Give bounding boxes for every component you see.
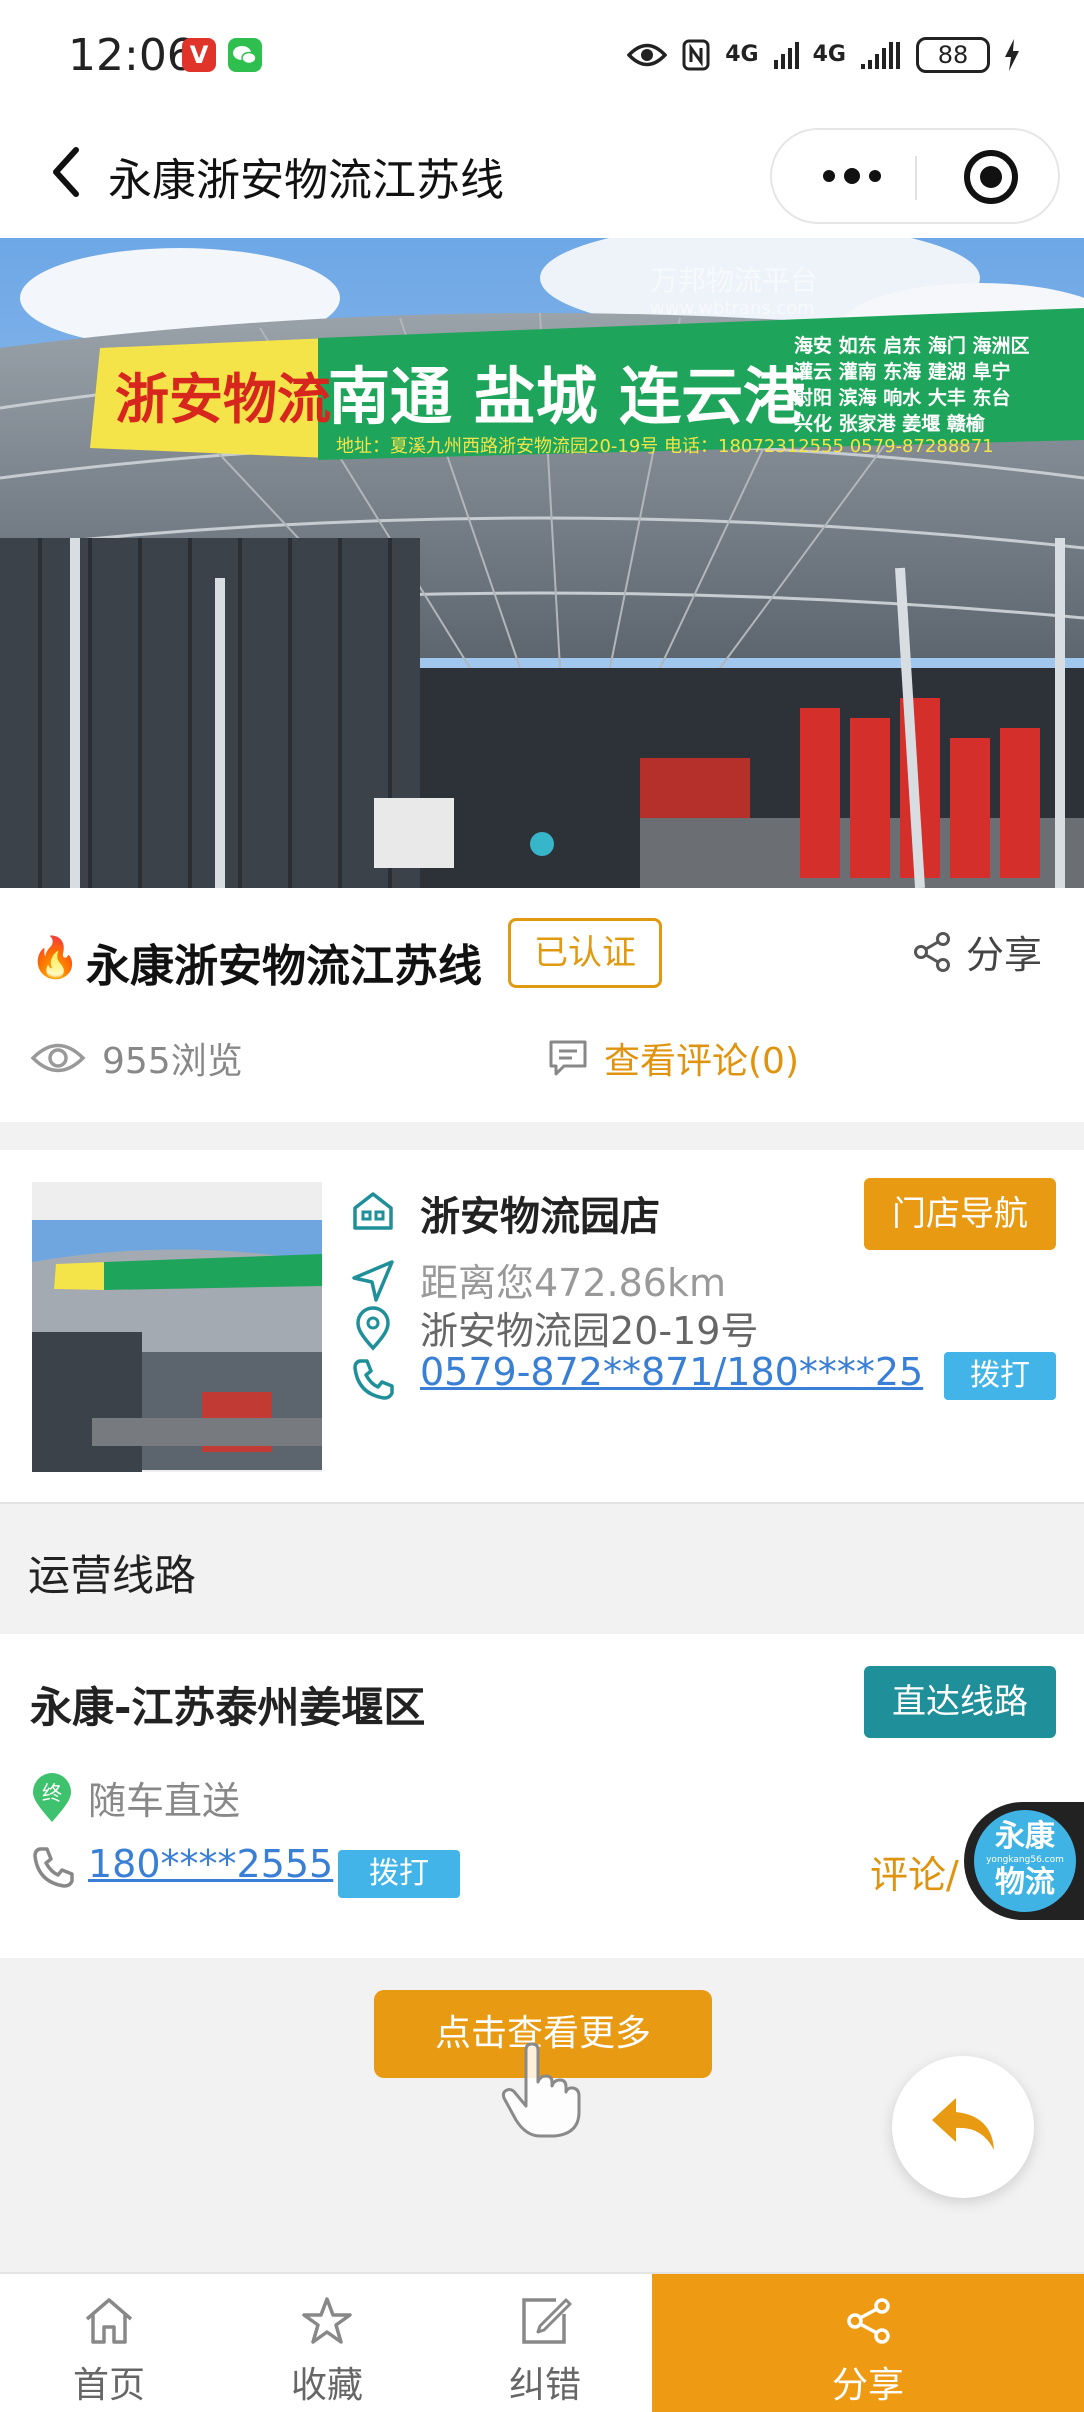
status-bar: 12:06 V 4G 4G 88 xyxy=(0,0,1084,112)
page-title: 永康浙安物流江苏线 xyxy=(108,155,504,206)
signal-bars-icon xyxy=(773,42,799,69)
logo-line-1: 永康 xyxy=(995,1819,1055,1854)
routes-section-header: 运营线路 xyxy=(0,1506,1084,1630)
banner-cities-line-1: 海安 如东 启东 海门 海洲区 xyxy=(794,334,1029,357)
routes-header-label: 运营线路 xyxy=(28,1551,197,1600)
tab-home-label: 首页 xyxy=(72,2365,145,2406)
star-icon xyxy=(302,2297,352,2344)
company-name: 永康浙安物流江苏线 xyxy=(86,941,482,992)
weibo-app-icon: V xyxy=(182,38,216,72)
home-icon xyxy=(85,2298,133,2344)
store-dial-button[interactable]: 拨打 xyxy=(944,1352,1056,1400)
eye-icon xyxy=(627,43,668,67)
tab-favorites-label: 收藏 xyxy=(290,2365,363,2406)
comment-icon xyxy=(549,1040,587,1076)
signal-4g-icon-2: 4G xyxy=(812,42,846,67)
banner-main-text: 南通 盐城 连云港 xyxy=(328,360,806,433)
banner-cities-line-4: 兴化 张家港 姜堰 赣榆 xyxy=(794,412,986,435)
share-icon xyxy=(914,931,950,972)
status-indicators: 4G 4G 88 xyxy=(627,30,1020,80)
back-arrow-icon[interactable] xyxy=(44,140,90,204)
capsule-divider xyxy=(915,156,917,200)
tab-share-label: 分享 xyxy=(831,2365,904,2406)
store-icon xyxy=(353,1192,393,1230)
share-label: 分享 xyxy=(966,933,1043,977)
store-name: 浙安物流园店 xyxy=(420,1194,660,1240)
miniprogram-capsule xyxy=(770,128,1060,224)
bottom-tab-bar: 首页 收藏 纠错 分享 xyxy=(0,2272,1084,2412)
share-link[interactable]: 分享 xyxy=(912,924,1042,979)
company-title-section: 🔥 永康浙安物流江苏线 已认证 分享 955浏览 查看评论(0) xyxy=(0,888,1084,1122)
charging-icon xyxy=(1005,39,1019,71)
store-info-card: 浙安物流园店 门店导航 距离您472.86km 浙安物流园20-19号 0579… xyxy=(0,1150,1084,1504)
route-phone-link[interactable]: 180****2555 xyxy=(88,1842,333,1886)
return-float-button[interactable] xyxy=(892,2056,1034,2198)
signal-4g-icon: 4G xyxy=(725,42,759,67)
view-count-text: 955浏览 xyxy=(102,1041,243,1082)
tab-report-error[interactable]: 纠错 xyxy=(436,2274,654,2412)
view-count: 955浏览 xyxy=(30,1032,243,1084)
phone-icon xyxy=(33,1847,74,1888)
store-navigation-button[interactable]: 门店导航 xyxy=(864,1178,1056,1250)
view-comments-link[interactable]: 查看评论(0) xyxy=(548,1032,799,1084)
return-arrow-icon xyxy=(932,2098,994,2150)
close-miniprogram-icon[interactable] xyxy=(964,150,1018,204)
floating-site-logo[interactable]: 永康 yongkang56.com 物流 xyxy=(964,1802,1084,1920)
route-dial-button[interactable]: 拨打 xyxy=(338,1850,460,1898)
store-phone-link[interactable]: 0579-872**871/180****25 xyxy=(420,1350,923,1394)
signal-bars-icon-2 xyxy=(861,42,900,69)
location-pin-icon xyxy=(356,1306,390,1351)
battery-indicator: 88 xyxy=(916,37,990,73)
carousel-indicator-dot[interactable] xyxy=(530,832,554,856)
wechat-app-icon xyxy=(228,38,262,72)
navigation-arrow-icon xyxy=(352,1260,394,1302)
edit-icon xyxy=(522,2298,572,2344)
tab-home[interactable]: 首页 xyxy=(0,2274,218,2412)
fire-icon: 🔥 xyxy=(30,935,80,981)
watermark-text: 万邦物流平台 xyxy=(650,264,818,297)
destination-marker-icon: 终 xyxy=(33,1773,71,1822)
banner-cities-line-2: 灌云 灌南 东海 建湖 阜宁 xyxy=(794,360,1010,383)
hero-banner-image[interactable]: 浙安物流 南通 盐城 连云港 海安 如东 启东 海门 海洲区 灌云 灌南 东海 … xyxy=(0,238,1084,888)
tab-report-error-label: 纠错 xyxy=(508,2365,581,2406)
store-distance: 距离您472.86km xyxy=(420,1261,726,1305)
destination-marker-text: 终 xyxy=(42,1781,62,1805)
tab-share[interactable]: 分享 xyxy=(652,2274,1084,2412)
phone-icon xyxy=(353,1359,394,1400)
route-delivery-mode: 随车直送 xyxy=(88,1779,241,1823)
route-comment-link[interactable]: 评论/ xyxy=(870,1844,959,1899)
tab-favorites[interactable]: 收藏 xyxy=(218,2274,436,2412)
more-icon[interactable] xyxy=(812,130,892,222)
logo-badge: 永康 yongkang56.com 物流 xyxy=(974,1810,1076,1912)
eye-icon xyxy=(30,1043,86,1073)
banner-left-text: 浙安物流 xyxy=(115,368,331,431)
banner-cities-line-3: 射阳 滨海 响水 大丰 东台 xyxy=(793,386,1010,409)
store-thumbnail[interactable] xyxy=(32,1182,322,1472)
pointer-hand-icon xyxy=(501,2042,581,2138)
store-address: 浙安物流园20-19号 xyxy=(420,1309,759,1353)
nav-bar: 永康浙安物流江苏线 xyxy=(0,112,1084,238)
direct-route-badge: 直达线路 xyxy=(864,1666,1056,1738)
route-name: 永康-江苏泰州姜堰区 xyxy=(30,1683,426,1732)
watermark-url: www.wbtrans.com xyxy=(650,298,815,319)
logo-line-2: 物流 xyxy=(995,1865,1055,1900)
certified-badge: 已认证 xyxy=(508,918,662,988)
route-card[interactable]: 永康-江苏泰州姜堰区 直达线路 终 随车直送 180****2555 拨打 评论… xyxy=(0,1634,1084,1958)
banner-address: 地址：夏溪九州西路浙安物流园20-19号 电话：18072312555 0579… xyxy=(336,436,994,457)
nfc-icon xyxy=(682,39,710,71)
view-comments-label: 查看评论(0) xyxy=(604,1041,799,1082)
share-icon xyxy=(847,2298,890,2344)
status-time: 12:06 xyxy=(68,30,195,81)
